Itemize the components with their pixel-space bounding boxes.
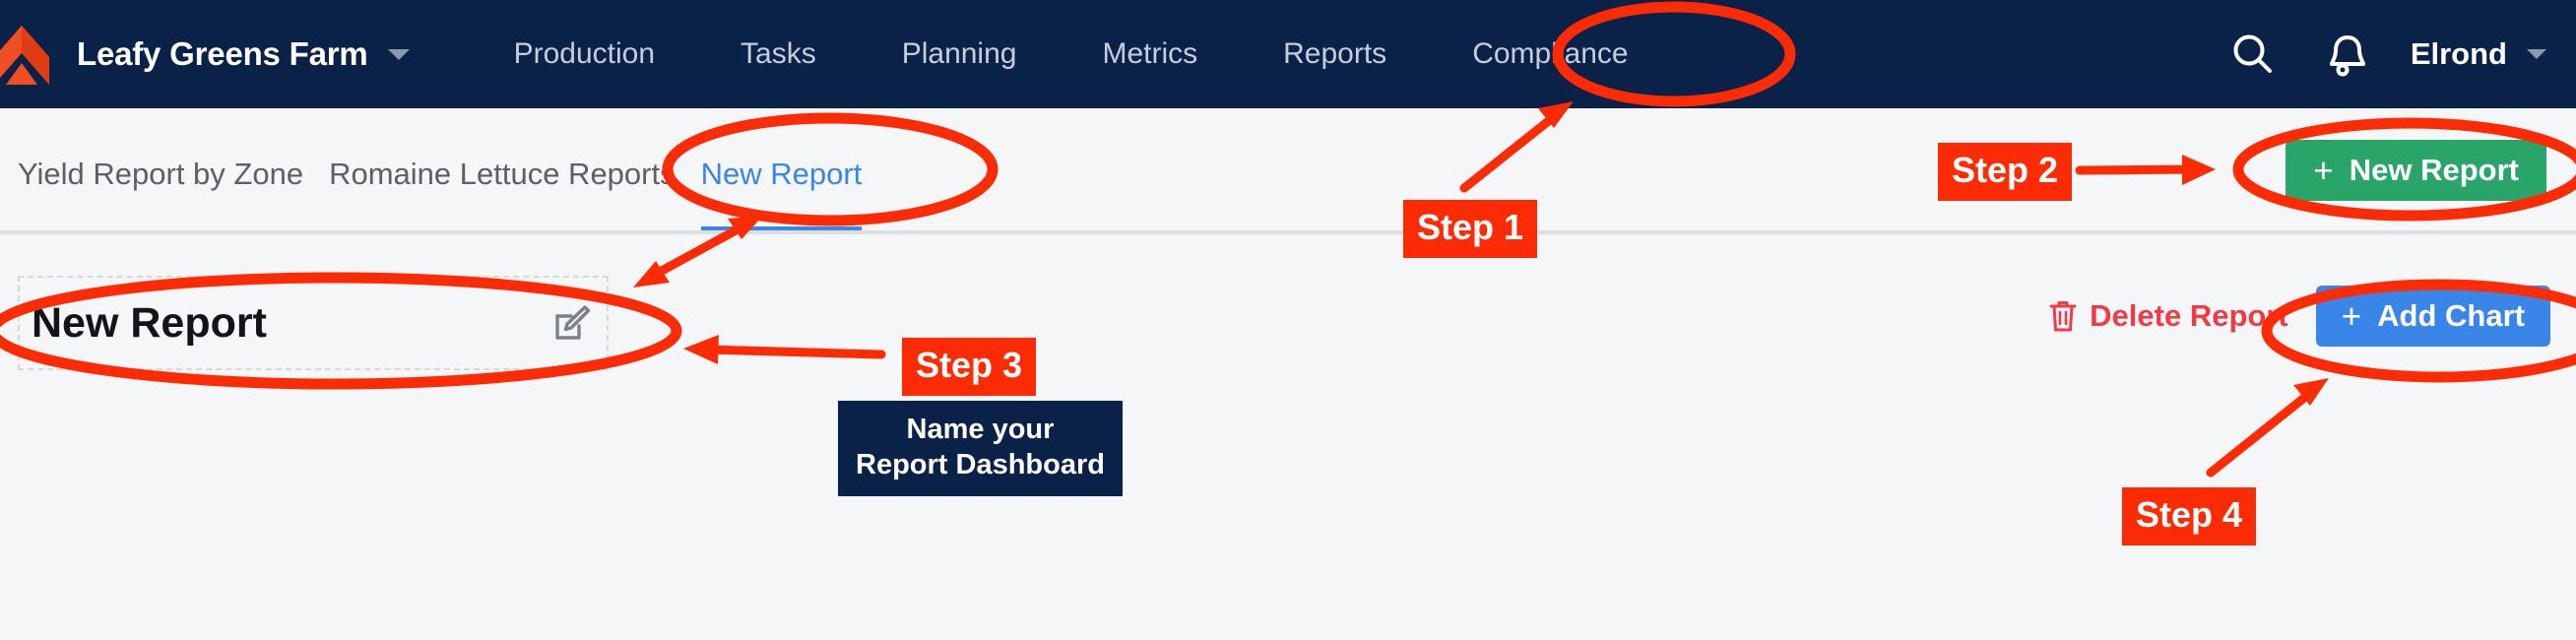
bell-icon[interactable] — [2320, 27, 2375, 82]
plus-icon: + — [2313, 151, 2334, 190]
tab-new-report[interactable]: New Report — [700, 108, 863, 234]
tab-yield-report-by-zone[interactable]: Yield Report by Zone — [18, 108, 303, 234]
report-tab-strip: Yield Report by Zone Romaine Lettuce Rep… — [0, 108, 2576, 234]
report-tabs: Yield Report by Zone Romaine Lettuce Rep… — [18, 108, 887, 234]
plus-icon: + — [2341, 296, 2362, 336]
tab-label: Yield Report by Zone — [18, 157, 304, 191]
chevron-logo-icon — [0, 24, 63, 85]
brand-name: Leafy Greens Farm — [77, 35, 368, 72]
nav-item-compliance[interactable]: Compliance — [1472, 37, 1628, 71]
nav-item-tasks[interactable]: Tasks — [741, 37, 816, 71]
delete-report-label: Delete Report — [2090, 298, 2288, 333]
trash-icon — [2049, 300, 2077, 332]
report-content-header: New Report Delete Report + Add Chart — [0, 234, 2576, 640]
report-title-editable-box[interactable]: New Report — [18, 276, 609, 370]
nav-item-reports[interactable]: Reports — [1283, 37, 1386, 71]
app-root: Leafy Greens Farm Production Tasks Plann… — [0, 0, 2576, 640]
user-name[interactable]: Elrond — [2411, 36, 2507, 72]
brand-block[interactable]: Leafy Greens Farm — [0, 24, 410, 85]
search-icon[interactable] — [2225, 27, 2281, 82]
tab-label: New Report — [700, 157, 863, 191]
tab-label: Romaine Lettuce Reports — [329, 157, 676, 191]
top-navigation-bar: Leafy Greens Farm Production Tasks Plann… — [0, 0, 2576, 108]
report-action-buttons: Delete Report + Add Chart — [2049, 286, 2550, 347]
delete-report-button[interactable]: Delete Report — [2049, 298, 2288, 334]
edit-pencil-icon[interactable] — [553, 304, 591, 342]
add-chart-button-label: Add Chart — [2377, 298, 2525, 333]
user-chevron-down-icon[interactable] — [2527, 49, 2546, 59]
main-nav: Production Tasks Planning Metrics Report… — [514, 37, 1629, 71]
new-report-button[interactable]: + New Report — [2286, 140, 2546, 201]
nav-item-planning[interactable]: Planning — [902, 37, 1017, 71]
tab-romaine-lettuce-reports[interactable]: Romaine Lettuce Reports — [329, 108, 676, 234]
nav-item-production[interactable]: Production — [514, 37, 655, 71]
page-title: New Report — [32, 298, 267, 347]
top-bar-right-cluster: Elrond — [2225, 0, 2546, 108]
brand-chevron-down-icon[interactable] — [387, 48, 410, 60]
nav-item-metrics[interactable]: Metrics — [1102, 37, 1197, 71]
add-chart-button[interactable]: + Add Chart — [2315, 286, 2550, 347]
new-report-button-label: New Report — [2349, 153, 2519, 187]
